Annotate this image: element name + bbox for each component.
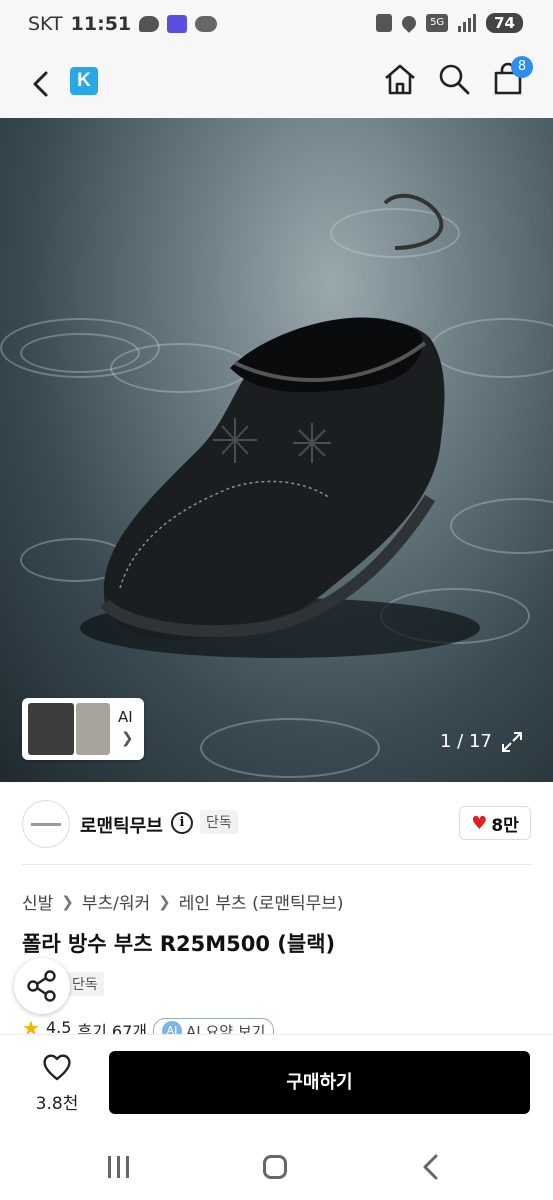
signal-icon [458, 14, 477, 32]
share-button[interactable] [14, 958, 70, 1014]
system-back-icon[interactable] [420, 1152, 442, 1182]
cart-count-badge: 8 [511, 56, 533, 78]
exclusive-badge: 단독 [200, 810, 238, 834]
breadcrumb: 신발 ❯ 부츠/워커 ❯ 레인 부츠 (로맨틱무브) [22, 889, 344, 915]
cloud-notification-icon [195, 16, 218, 32]
battery-indicator: 74 [486, 13, 523, 33]
location-icon [399, 13, 420, 33]
ai-icon: AI [162, 1021, 182, 1034]
clock: 11:51 [70, 13, 132, 35]
system-nav-bar [0, 1130, 553, 1200]
expand-icon[interactable] [500, 730, 524, 754]
home-button-icon[interactable] [263, 1155, 287, 1179]
cart-button[interactable]: 8 [491, 56, 533, 96]
breadcrumb-item[interactable]: 부츠/워커 [82, 889, 150, 914]
kakaotalk-notification-icon [139, 16, 160, 32]
brand-row: 로맨틱무브 i 단독 ♥ 8만 [0, 782, 553, 864]
rating-row[interactable]: ★ 4.5 후기 67개 AI AI 요약 보기 [22, 1018, 322, 1034]
thumbnail-image [76, 703, 110, 755]
app-logo[interactable]: K [70, 67, 98, 95]
chevron-right-icon: ❯ [61, 892, 74, 911]
ai-summary-label: AI 요약 보기 [186, 1022, 266, 1035]
divider [22, 864, 531, 865]
status-bar: SKT 11:51 5G 74 [0, 0, 553, 52]
back-arrow-icon[interactable] [30, 70, 52, 98]
image-counter: 1 / 17 [440, 731, 492, 752]
product-image-gallery[interactable]: AI ❯ 1 / 17 [0, 118, 553, 782]
share-icon [27, 970, 56, 1002]
buy-button[interactable]: 구매하기 [109, 1051, 530, 1114]
network-type-icon: 5G [426, 14, 449, 32]
ai-summary-button[interactable]: AI AI 요약 보기 [153, 1018, 275, 1035]
search-icon[interactable] [437, 62, 471, 96]
brand-like-count: 8만 [491, 815, 519, 836]
ai-similar-items-button[interactable]: AI ❯ [22, 698, 144, 760]
ai-label: AI [118, 708, 133, 726]
breadcrumb-item[interactable]: 신발 [22, 889, 53, 914]
carrier: SKT [28, 13, 63, 35]
exclusive-badge: 단독 [66, 972, 104, 996]
star-icon: ★ [22, 1018, 40, 1034]
info-icon[interactable]: i [171, 812, 193, 834]
chevron-right-icon: ❯ [158, 892, 171, 911]
home-icon[interactable] [383, 62, 417, 96]
rating-value: 4.5 [45, 1018, 72, 1034]
mute-icon [376, 14, 393, 32]
brand-name[interactable]: 로맨틱무브 [80, 812, 163, 838]
wishlist-button[interactable]: 3.8천 [26, 1053, 88, 1114]
recent-apps-icon[interactable] [108, 1156, 129, 1178]
product-title: 폴라 방수 부츠 R25M500 (블랙) [22, 932, 336, 956]
breadcrumb-item[interactable]: 레인 부츠 (로맨틱무브) [179, 889, 344, 914]
chevron-right-icon: ❯ [121, 729, 134, 747]
heart-filled-icon: ♥ [471, 812, 488, 834]
heart-outline-icon [43, 1054, 71, 1081]
purchase-bar: 3.8천 구매하기 [0, 1034, 553, 1130]
app-notification-icon [167, 15, 188, 33]
review-count[interactable]: 후기 67개 [77, 1018, 147, 1034]
brand-logo[interactable] [22, 800, 70, 848]
wishlist-count: 3.8천 [35, 1094, 79, 1114]
thumbnail-image [28, 703, 74, 755]
brand-like-button[interactable]: ♥ 8만 [459, 806, 531, 840]
boot-photo [80, 193, 480, 658]
